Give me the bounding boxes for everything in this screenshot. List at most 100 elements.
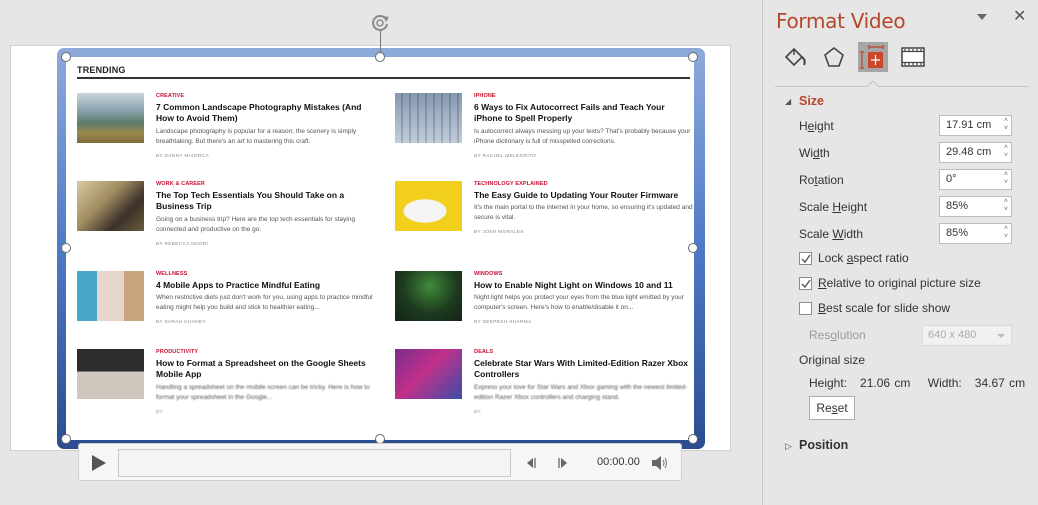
article-byline: BY RACHEL MELEGRITO: [474, 154, 537, 159]
tab-size-properties[interactable]: [858, 42, 888, 72]
scale-height-input[interactable]: 85% ˄ ˅: [939, 196, 1012, 217]
resolution-label: Resolution: [809, 328, 866, 342]
resolution-dropdown[interactable]: 640 x 480: [922, 325, 1012, 346]
article-byline: BY REBECCA NOORI: [156, 242, 209, 247]
scale-height-spinner-arrows[interactable]: ˄ ˅: [1004, 198, 1008, 214]
expanded-arrow-icon[interactable]: ◢: [785, 97, 791, 106]
resize-handle-top-right[interactable]: [688, 52, 698, 62]
article-card: DEALS Celebrate Star Wars With Limited-E…: [395, 349, 694, 429]
tab-fill-line[interactable]: [780, 42, 810, 72]
step-back-icon[interactable]: [524, 456, 538, 470]
rotate-icon[interactable]: [369, 12, 391, 34]
article-card: WINDOWS How to Enable Night Light on Win…: [395, 271, 694, 351]
width-label: Width: [799, 146, 830, 160]
width-spinner-arrows[interactable]: ˄ ˅: [1004, 144, 1008, 160]
pane-title: Format Video: [776, 9, 906, 33]
paint-bucket-icon: [784, 47, 806, 67]
article-title: 4 Mobile Apps to Practice Mindful Eating: [156, 280, 321, 290]
article-card: IPHONE 6 Ways to Fix Autocorrect Fails a…: [395, 93, 694, 173]
height-input[interactable]: 17.91 cm ˄ ˅: [939, 115, 1012, 136]
article-card: CREATIVE 7 Common Landscape Photography …: [77, 93, 377, 173]
article-thumbnail-controllers: [395, 349, 462, 399]
resize-handle-bottom-left[interactable]: [61, 434, 71, 444]
resize-handle-left[interactable]: [61, 243, 71, 253]
selected-tab-pointer: [867, 80, 879, 87]
video-content[interactable]: TRENDING CREATIVE 7 Common Landscape Pho…: [66, 57, 694, 440]
article-description: Is autocorrect always messing up your te…: [474, 128, 691, 145]
scale-width-spinner-arrows[interactable]: ˄ ˅: [1004, 225, 1008, 241]
article-title: The Top Tech Essentials You Should Take …: [156, 190, 345, 211]
step-forward-icon[interactable]: [556, 456, 570, 470]
size-position-icon: [860, 45, 884, 69]
article-category: WELLNESS: [156, 271, 188, 277]
article-title: How to Format a Spreadsheet on the Googl…: [156, 358, 366, 379]
article-category: IPHONE: [474, 93, 496, 99]
size-section-header[interactable]: Size: [799, 94, 824, 108]
resize-handle-bottom-right[interactable]: [688, 434, 698, 444]
article-description: Landscape photography is popular for a r…: [156, 128, 357, 145]
article-description: Going on a business trip? Here are the t…: [156, 216, 356, 233]
article-thumbnail-keyboard: [395, 93, 462, 143]
scale-width-label: Scale Width: [799, 227, 864, 241]
playback-progress-bar[interactable]: [118, 449, 511, 477]
tab-video[interactable]: [898, 42, 928, 72]
resize-handle-top-left[interactable]: [61, 52, 71, 62]
width-input[interactable]: 29.48 cm ˄ ˅: [939, 142, 1012, 163]
position-section-header[interactable]: Position: [799, 438, 848, 452]
scale-height-label: Scale Height: [799, 200, 868, 214]
best-scale-label[interactable]: Best scale for slide show: [818, 301, 950, 315]
best-scale-checkbox[interactable]: [799, 302, 812, 315]
article-thumbnail-router: [395, 181, 462, 231]
article-title: Celebrate Star Wars With Limited-Edition…: [474, 358, 689, 379]
article-card: WORK & CAREER The Top Tech Essentials Yo…: [77, 181, 377, 261]
tab-effects[interactable]: [819, 42, 849, 72]
article-category: TECHNOLOGY EXPLAINED: [474, 181, 548, 187]
pane-options-dropdown-icon[interactable]: [975, 12, 989, 22]
rotation-input[interactable]: 0° ˄ ˅: [939, 169, 1012, 190]
original-height-value: 21.06 cm: [860, 376, 911, 390]
article-category: CREATIVE: [156, 93, 185, 99]
article-title: How to Enable Night Light on Windows 10 …: [474, 280, 673, 290]
article-category: DEALS: [474, 349, 494, 355]
rotation-spinner-arrows[interactable]: ˄ ˅: [1004, 171, 1008, 187]
close-icon[interactable]: ✕: [1013, 9, 1026, 25]
article-description: When restrictive diets just don't work f…: [156, 294, 373, 311]
height-spinner-arrows[interactable]: ˄ ˅: [1004, 117, 1008, 133]
slide-editing-area: TRENDING CREATIVE 7 Common Landscape Pho…: [0, 0, 762, 505]
article-thumbnail-landscape: [77, 93, 144, 143]
article-thumbnail-traveler: [77, 181, 144, 231]
resize-handle-right[interactable]: [688, 243, 698, 253]
article-byline: BY: [156, 410, 163, 415]
lock-aspect-ratio-label[interactable]: Lock aspect ratio: [818, 251, 909, 265]
rotation-label: Rotation: [799, 173, 844, 187]
resize-handle-top[interactable]: [375, 52, 385, 62]
article-description: It's the main portal to the internet in …: [474, 204, 693, 221]
article-description: Handling a spreadsheet on the mobile scr…: [156, 384, 370, 401]
scale-width-input[interactable]: 85% ˄ ˅: [939, 223, 1012, 244]
article-card: WELLNESS 4 Mobile Apps to Practice Mindf…: [77, 271, 377, 351]
volume-icon[interactable]: [651, 455, 669, 471]
lock-aspect-ratio-checkbox[interactable]: [799, 252, 812, 265]
original-size-values: Height: 21.06 cm Width: 34.67 cm: [809, 376, 1025, 390]
tab-divider: [775, 86, 1029, 87]
article-thumbnail-night-light: [395, 271, 462, 321]
media-controls-bar: 00:00.00: [78, 443, 682, 481]
trending-divider: [77, 77, 690, 79]
pentagon-icon: [824, 46, 844, 67]
film-strip-icon: [901, 47, 925, 67]
playback-time: 00:00.00: [597, 456, 640, 468]
reset-button[interactable]: Reset: [809, 396, 855, 420]
checkmark-icon: [801, 254, 811, 264]
chevron-down-icon: [997, 334, 1005, 338]
article-byline: BY SARAH CHANEY: [156, 320, 206, 325]
original-width-value: 34.67 cm: [974, 376, 1026, 390]
collapsed-arrow-icon[interactable]: ▷: [785, 441, 792, 452]
original-size-label: Original size: [799, 353, 866, 367]
original-width-label: Width:: [927, 376, 962, 390]
relative-to-original-label[interactable]: Relative to original picture size: [818, 276, 981, 290]
height-label: Height: [799, 119, 834, 133]
article-byline: BY: [474, 410, 481, 415]
relative-to-original-checkbox[interactable]: [799, 277, 812, 290]
play-icon[interactable]: [89, 453, 109, 473]
format-video-pane: Format Video ✕ ◢ Size Height 17.91 cm ˄ …: [762, 0, 1038, 505]
